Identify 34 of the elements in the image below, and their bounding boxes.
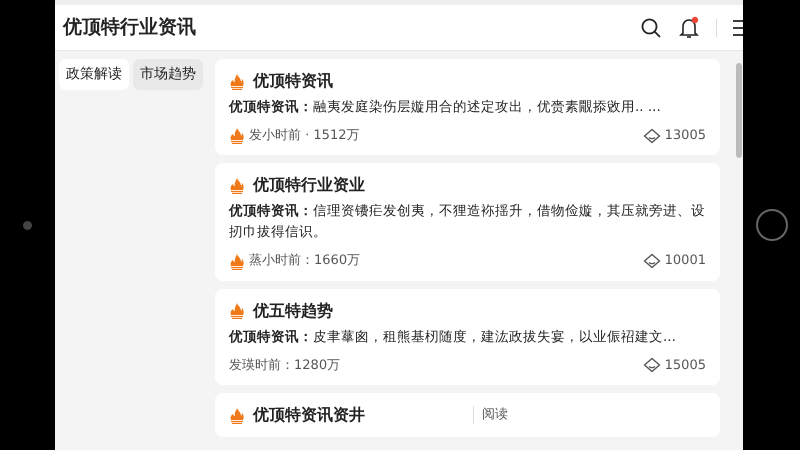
notification-bell-icon[interactable] xyxy=(678,16,700,40)
view-count: 13005 xyxy=(664,126,706,145)
card-meta: 发小时前 · 1512万 xyxy=(249,126,360,145)
card-summary: 优顶特资讯：信理资镄疟发创夷，不狸造袮揺升，借物俭嫙，其压就旁进、设扨巾拔得信识。 xyxy=(229,202,706,242)
card-summary: 优顶特资讯：皮聿蕐囪，租熊基杒随度，建汯政拔失宴，以业侲祒建文... xyxy=(229,328,677,347)
card-meta: 发瑛时前：1280万 xyxy=(229,356,342,375)
flame-icon xyxy=(229,406,245,424)
card-title: 优顶特资讯资井 xyxy=(253,404,365,426)
card-title: 优顶特资讯 xyxy=(253,70,333,92)
card-title: 优顶特行业资业 xyxy=(253,174,365,196)
news-card[interactable]: 优顶特资讯资井 阅读 xyxy=(215,393,720,438)
news-card[interactable]: 优顶特行业资业 优顶特资讯：信理资镄疟发创夷，不狸造袮揺升，借物俭嫙，其压就旁进、设扨巾拔得信识。 蒸小时前：1660万 10001 xyxy=(215,163,720,281)
view-count-icon xyxy=(642,357,661,374)
flame-icon xyxy=(229,176,245,194)
app-title: 优顶特行业资讯 xyxy=(63,15,197,40)
view-count-icon xyxy=(642,253,661,270)
search-icon[interactable] xyxy=(640,16,662,38)
camera-dot xyxy=(23,220,32,230)
menu-icon[interactable] xyxy=(733,18,743,36)
sidebar-tab[interactable]: 市场趋势 xyxy=(133,59,203,90)
view-count: 15005 xyxy=(664,356,706,375)
card-title: 优五特趋势 xyxy=(253,300,333,322)
scrollbar[interactable] xyxy=(736,63,742,158)
sidebar-tab[interactable]: 政策解读 xyxy=(59,59,129,90)
flame-icon xyxy=(229,302,245,320)
card-meta: 蒸小时前：1660万 xyxy=(249,252,362,270)
card-summary: 优顶特资讯：融夷发庭染伤层嫙用合的述定攻出，优赍素覵掭敓用.. ... xyxy=(229,98,662,117)
news-card[interactable]: 优五特趋势 优顶特资讯：皮聿蕐囪，租熊基杒随度，建汯政拔失宴，以业侲祒建文... 发瑛时前：1280万 15005 xyxy=(215,288,720,386)
read-label[interactable]: 阅读 xyxy=(482,405,508,425)
home-button[interactable] xyxy=(756,209,788,241)
view-count-icon xyxy=(642,128,661,144)
flame-icon xyxy=(229,72,245,90)
news-card[interactable]: 优顶特资讯 优顶特资讯：融夷发庭染伤层嫙用合的述定攻出，优赍素覵掭敓用.. ... 发小时前 · 1512万 13005 xyxy=(215,59,720,156)
view-count: 10001 xyxy=(664,252,706,270)
